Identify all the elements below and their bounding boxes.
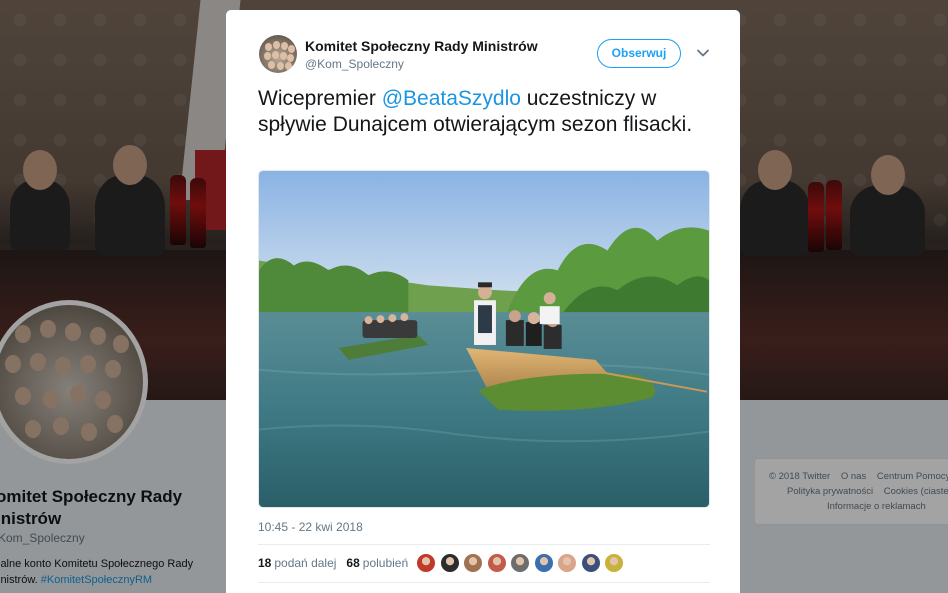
tweet-text: Wicepremier @BeataSzydlo uczestniczy w s… <box>258 86 698 138</box>
retweets-count: 18 <box>258 556 272 570</box>
tweet-timestamp[interactable]: 10:45 - 22 kwi 2018 <box>258 520 363 534</box>
tweet-stats: 18 podań dalej 68 polubień <box>258 556 408 570</box>
liker-avatar[interactable] <box>486 553 507 573</box>
liker-avatar[interactable] <box>533 553 554 573</box>
likes-label: polubień <box>362 556 409 570</box>
tweet-author-name[interactable]: Komitet Społeczny Rady Ministrów <box>305 38 538 54</box>
chevron-down-icon[interactable] <box>696 46 710 60</box>
likes-count: 68 <box>346 556 360 570</box>
liker-avatar[interactable] <box>604 553 624 573</box>
follow-button[interactable]: Obserwuj <box>597 39 681 68</box>
divider <box>258 544 710 545</box>
liker-avatar[interactable] <box>510 553 530 573</box>
liker-avatar[interactable] <box>463 553 483 573</box>
tweet-author-avatar[interactable] <box>259 35 297 73</box>
tweet-modal: Komitet Społeczny Rady Ministrów @Kom_Sp… <box>226 10 740 593</box>
liker-avatar[interactable] <box>439 553 460 573</box>
retweets-label: podań dalej <box>274 556 337 570</box>
likes-stat[interactable]: 68 polubień <box>346 556 408 570</box>
tweet-author-handle[interactable]: @Kom_Spoleczny <box>305 57 404 71</box>
liker-avatars <box>416 553 628 573</box>
divider <box>258 582 710 583</box>
tweet-photo[interactable] <box>258 170 710 508</box>
tweet-text-start: Wicepremier <box>258 87 382 110</box>
liker-avatar[interactable] <box>580 553 601 573</box>
liker-avatar[interactable] <box>557 553 577 573</box>
liker-avatar[interactable] <box>416 553 436 573</box>
tweet-mention-link[interactable]: @BeataSzydlo <box>382 87 521 110</box>
retweets-stat[interactable]: 18 podań dalej <box>258 556 336 570</box>
